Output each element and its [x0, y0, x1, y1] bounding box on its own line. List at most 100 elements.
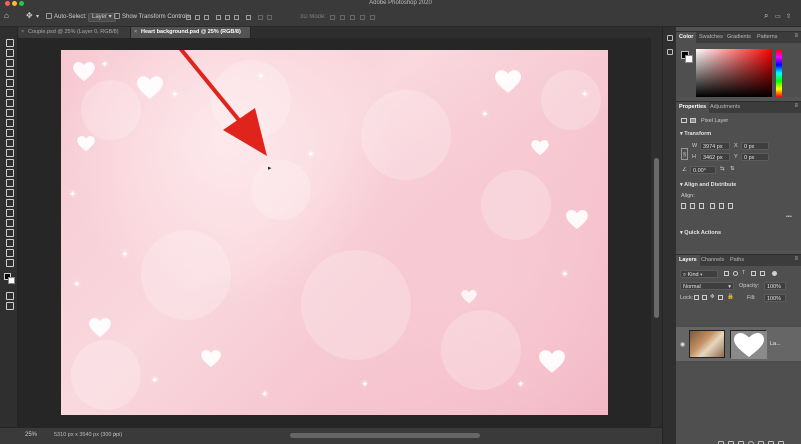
panel-menu-icon[interactable]: ≡	[794, 256, 798, 262]
align-middle-icon[interactable]	[225, 15, 230, 20]
filter-pixel-icon[interactable]	[724, 271, 729, 276]
eraser-tool-icon[interactable]	[5, 158, 14, 167]
quick-mask-icon[interactable]	[5, 291, 14, 300]
lasso-tool-icon[interactable]	[5, 68, 14, 77]
document-workspace[interactable]: ✦ ✦ ✦ ✦ ✦ ✦ ✦ ✦ ✦ ✦ ✦ ✦ ✦ ✦ ▸	[18, 38, 662, 427]
scale-3d-icon[interactable]	[370, 15, 375, 20]
filter-type-icon[interactable]: T	[742, 270, 745, 276]
pan-3d-icon[interactable]	[350, 15, 355, 20]
pen-tool-icon[interactable]	[5, 198, 14, 207]
filter-adjustment-icon[interactable]	[733, 271, 738, 276]
tab-swatches[interactable]: Swatches	[696, 32, 726, 43]
distribute-h-icon[interactable]	[258, 15, 263, 20]
filter-toggle-icon[interactable]	[772, 271, 777, 276]
layer-mask-thumbnail[interactable]	[730, 330, 767, 359]
align-bottom-icon[interactable]	[234, 15, 239, 20]
slide-3d-icon[interactable]	[360, 15, 365, 20]
eyedropper-tool-icon[interactable]	[5, 108, 14, 117]
align-middle-icon[interactable]	[719, 203, 724, 209]
fill-field[interactable]: 100%	[764, 294, 786, 302]
tab-gradients[interactable]: Gradients	[724, 32, 754, 43]
align-left-icon[interactable]	[186, 15, 191, 20]
tab-layers[interactable]: Layers	[676, 255, 700, 266]
layer-row[interactable]: ◉ La...	[676, 327, 801, 361]
layer-mask-icon[interactable]	[690, 118, 696, 123]
share-icon[interactable]: ⇧	[786, 12, 791, 22]
align-left-icon[interactable]	[681, 203, 686, 209]
distribute-v-icon[interactable]	[267, 15, 272, 20]
quick-actions-title[interactable]: ▾ Quick Actions	[680, 230, 721, 236]
scrollbar-thumb[interactable]	[654, 158, 659, 318]
filter-smart-object-icon[interactable]	[760, 271, 765, 276]
angle-field[interactable]: 0.00°	[690, 166, 716, 174]
align-bottom-icon[interactable]	[728, 203, 733, 209]
status-chevron-icon[interactable]: ›	[114, 431, 116, 438]
orbit-3d-icon[interactable]	[330, 15, 335, 20]
background-color-swatch[interactable]	[8, 277, 15, 284]
color-picker-field[interactable]	[696, 49, 772, 97]
panel-menu-icon[interactable]: ≡	[794, 103, 798, 109]
zoom-level[interactable]: 25%	[25, 432, 37, 438]
blend-mode-dropdown[interactable]: Normal ▾	[680, 282, 734, 290]
frame-tool-icon[interactable]	[5, 98, 14, 107]
blur-tool-icon[interactable]	[5, 178, 14, 187]
close-tab-icon[interactable]: ×	[21, 27, 24, 38]
align-center-icon[interactable]	[195, 15, 200, 20]
crop-tool-icon[interactable]	[5, 88, 14, 97]
search-icon[interactable]: ⌕	[764, 11, 768, 21]
lock-position-icon[interactable]: ✥	[710, 294, 715, 300]
hue-slider[interactable]	[776, 49, 782, 97]
history-panel-icon[interactable]	[667, 35, 673, 41]
object-select-tool-icon[interactable]	[5, 78, 14, 87]
lock-all-icon[interactable]: 🔒	[727, 294, 734, 300]
lock-transparent-icon[interactable]	[694, 295, 699, 300]
align-top-icon[interactable]	[216, 15, 221, 20]
lock-pixels-icon[interactable]	[702, 295, 707, 300]
zoom-tool-icon[interactable]	[5, 248, 14, 257]
align-section-title[interactable]: ▾ Align and Distribute	[680, 182, 736, 188]
document-canvas[interactable]: ✦ ✦ ✦ ✦ ✦ ✦ ✦ ✦ ✦ ✦ ✦ ✦ ✦ ✦ ▸	[61, 50, 608, 415]
y-field[interactable]: 0 px	[741, 153, 769, 161]
tab-color[interactable]: Color	[676, 32, 697, 43]
layer-filter-dropdown[interactable]: ⌕ Kind ▾	[680, 270, 718, 278]
home-icon[interactable]: ⌂	[4, 11, 9, 21]
height-field[interactable]: 3462 px	[700, 153, 730, 161]
lock-artboard-icon[interactable]	[718, 295, 723, 300]
clone-stamp-tool-icon[interactable]	[5, 138, 14, 147]
more-options-icon[interactable]: •••	[786, 214, 792, 220]
transform-section-title[interactable]: ▾ Transform	[680, 131, 711, 137]
artboard-tool-icon[interactable]	[5, 48, 14, 57]
brush-tool-icon[interactable]	[5, 128, 14, 137]
tab-adjustments[interactable]: Adjustments	[707, 102, 743, 113]
close-tab-icon[interactable]: ×	[134, 27, 137, 38]
libraries-panel-icon[interactable]	[667, 49, 673, 55]
move-tool-icon[interactable]	[5, 38, 14, 47]
show-transform-checkbox[interactable]: Show Transform Controls	[114, 12, 190, 22]
dodge-tool-icon[interactable]	[5, 188, 14, 197]
move-tool-dropdown-icon[interactable]: ▾	[36, 12, 39, 22]
visibility-eye-icon[interactable]: ◉	[680, 341, 685, 348]
gradient-tool-icon[interactable]	[5, 168, 14, 177]
roll-3d-icon[interactable]	[340, 15, 345, 20]
layer-name[interactable]: La...	[770, 341, 781, 347]
hand-tool-icon[interactable]	[5, 238, 14, 247]
flip-vertical-icon[interactable]: ⇅	[730, 166, 735, 172]
link-icon[interactable]: §	[681, 148, 688, 160]
move-tool-icon[interactable]: ✥	[26, 11, 33, 21]
align-center-icon[interactable]	[690, 203, 695, 209]
opacity-field[interactable]: 100%	[764, 282, 786, 290]
tab-properties[interactable]: Properties	[676, 102, 710, 113]
workspace-icon[interactable]: ▭	[775, 12, 781, 22]
marquee-tool-icon[interactable]	[5, 58, 14, 67]
align-right-icon[interactable]	[204, 15, 209, 20]
history-brush-tool-icon[interactable]	[5, 148, 14, 157]
vertical-scrollbar[interactable]	[651, 38, 662, 427]
shape-tool-icon[interactable]	[5, 228, 14, 237]
auto-select-target-dropdown[interactable]: Layer ▾	[88, 12, 116, 22]
tab-paths[interactable]: Paths	[727, 255, 747, 266]
tab-couple[interactable]: × Couple.psd @ 25% (Layer 0, RGB/8)	[18, 27, 131, 38]
auto-select-checkbox[interactable]: Auto-Select:	[46, 12, 87, 22]
tab-heart-background[interactable]: × Heart background.psd @ 25% (RGB/8)	[131, 27, 251, 38]
distribute-icon[interactable]	[246, 15, 251, 20]
type-tool-icon[interactable]	[5, 208, 14, 217]
